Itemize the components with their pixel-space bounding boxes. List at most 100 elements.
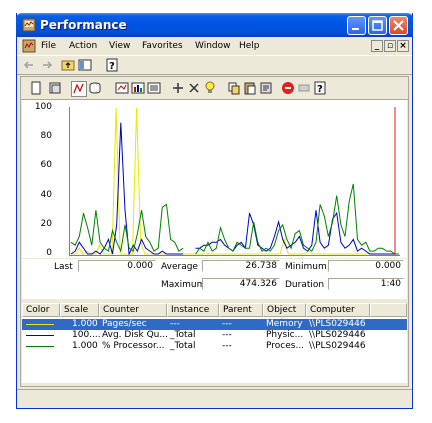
svg-text:?: ? [109,61,115,72]
paste-counter-list-icon[interactable] [243,81,257,95]
column-header-scale[interactable]: Scale [60,303,99,317]
column-header-instance[interactable]: Instance [167,303,219,317]
maximum-value: 474.326 [202,278,280,290]
status-bar [17,389,412,408]
cell-object: Physic... [266,330,304,340]
column-header-parent[interactable]: Parent [219,303,263,317]
cell-scale: 1.000 [72,319,98,329]
minimum-label: Minimum [285,262,327,272]
cell-scale: 100.... [72,330,101,340]
cell-counter: Pages/sec [102,319,147,329]
mmc-doc-icon[interactable] [22,39,36,53]
cell-computer: \\PLS029446 [309,330,366,340]
console-toolbar: ? [17,55,412,75]
minimize-icon [352,28,359,30]
duration-value: 1:40 [328,278,404,290]
y-tick-label: 80 [40,131,52,141]
color-swatch [26,335,54,336]
close-icon [393,20,404,31]
help-toolbar-icon[interactable]: ? [313,81,327,95]
duration-label: Duration [285,280,325,290]
close-button[interactable] [389,16,408,35]
highlight-icon[interactable] [203,81,217,95]
child-minimize-button[interactable]: _ [371,40,383,52]
menu-action[interactable]: Action [69,41,97,51]
minimize-button[interactable] [347,16,366,35]
view-report-icon[interactable] [147,81,161,95]
help-icon[interactable]: ? [105,58,119,72]
performance-app-icon [22,18,36,32]
menu-window[interactable]: Window [195,41,231,51]
update-data-icon[interactable] [297,81,311,95]
up-folder-icon[interactable] [61,58,75,72]
new-counter-set-icon[interactable] [29,81,43,95]
child-restore-button[interactable]: ▫ [384,40,396,52]
system-monitor-pane: ? 100 80 60 40 20 0 Last 0.000 Average 2… [20,76,409,387]
cell-object: Proces... [266,341,305,351]
statistics-bar: Last 0.000 Average 26.738 Minimum 0.000 … [22,259,407,299]
y-tick-label: 0 [46,248,52,258]
cell-instance: _Total [170,341,196,351]
menu-help[interactable]: Help [239,41,260,51]
view-log-data-icon[interactable] [88,81,102,95]
column-header-filler [370,303,407,317]
cell-instance: _Total [170,330,196,340]
view-histogram-icon[interactable] [131,81,145,95]
window-title: Performance [40,18,127,32]
add-counter-icon[interactable] [171,81,185,95]
table-row[interactable]: 1.000 Pages/sec --- --- Memory \\PLS029446 [22,319,407,330]
cell-parent: --- [222,341,232,351]
column-header-computer[interactable]: Computer [306,303,370,317]
series-line [195,183,399,255]
forward-arrow-icon[interactable] [41,59,53,71]
graph-area: 100 80 60 40 20 0 [22,100,407,258]
show-hide-tree-icon[interactable] [78,58,92,72]
back-arrow-icon[interactable] [23,59,35,71]
menu-bar: File Action View Favorites Window Help _… [17,37,412,55]
table-header: Color Scale Counter Instance Parent Obje… [22,303,407,317]
column-header-object[interactable]: Object [263,303,306,317]
clear-display-icon[interactable] [48,81,62,95]
counter-legend-table: Color Scale Counter Instance Parent Obje… [22,303,407,383]
average-value: 26.738 [202,260,280,272]
svg-text:?: ? [317,84,323,95]
table-row[interactable]: 1.000 % Processor... _Total --- Proces... \\P… [22,341,407,352]
cell-computer: \\PLS029446 [309,341,366,351]
line-chart [69,107,400,256]
y-tick-label: 100 [34,102,52,112]
cell-counter: Avg. Disk Qu... [102,330,168,340]
maximum-label: Maximum [161,280,206,290]
table-row[interactable]: 100.... Avg. Disk Qu... _Total --- Physic...… [22,330,407,341]
menu-favorites[interactable]: Favorites [142,41,183,51]
child-close-button[interactable]: × [397,40,409,52]
system-monitor-toolbar: ? [21,77,408,100]
last-label: Last [54,262,73,272]
y-tick-label: 40 [40,190,52,200]
cell-parent: --- [222,330,232,340]
last-value: 0.000 [78,260,156,272]
freeze-display-icon[interactable] [281,81,295,95]
performance-window: Performance File Action View Favorites W… [16,13,413,409]
properties-icon[interactable] [259,81,273,95]
column-header-counter[interactable]: Counter [99,303,167,317]
cell-parent: --- [222,319,232,329]
color-swatch [26,346,54,347]
cell-counter: % Processor... [102,341,165,351]
y-tick-label: 60 [40,160,52,170]
view-current-activity-icon[interactable] [71,81,87,97]
color-swatch [26,324,54,325]
delete-counter-icon[interactable] [187,81,201,95]
column-header-color[interactable]: Color [22,303,60,317]
copy-properties-icon[interactable] [227,81,241,95]
maximize-icon [372,20,383,31]
view-graph-icon[interactable] [115,81,129,95]
title-bar[interactable]: Performance [16,13,413,37]
minimum-value: 0.000 [328,260,404,272]
menu-file[interactable]: File [41,41,56,51]
cell-instance: --- [170,319,180,329]
maximize-button[interactable] [368,16,387,35]
average-label: Average [161,262,198,272]
y-tick-label: 20 [40,219,52,229]
cell-computer: \\PLS029446 [309,319,366,329]
menu-view[interactable]: View [109,41,130,51]
